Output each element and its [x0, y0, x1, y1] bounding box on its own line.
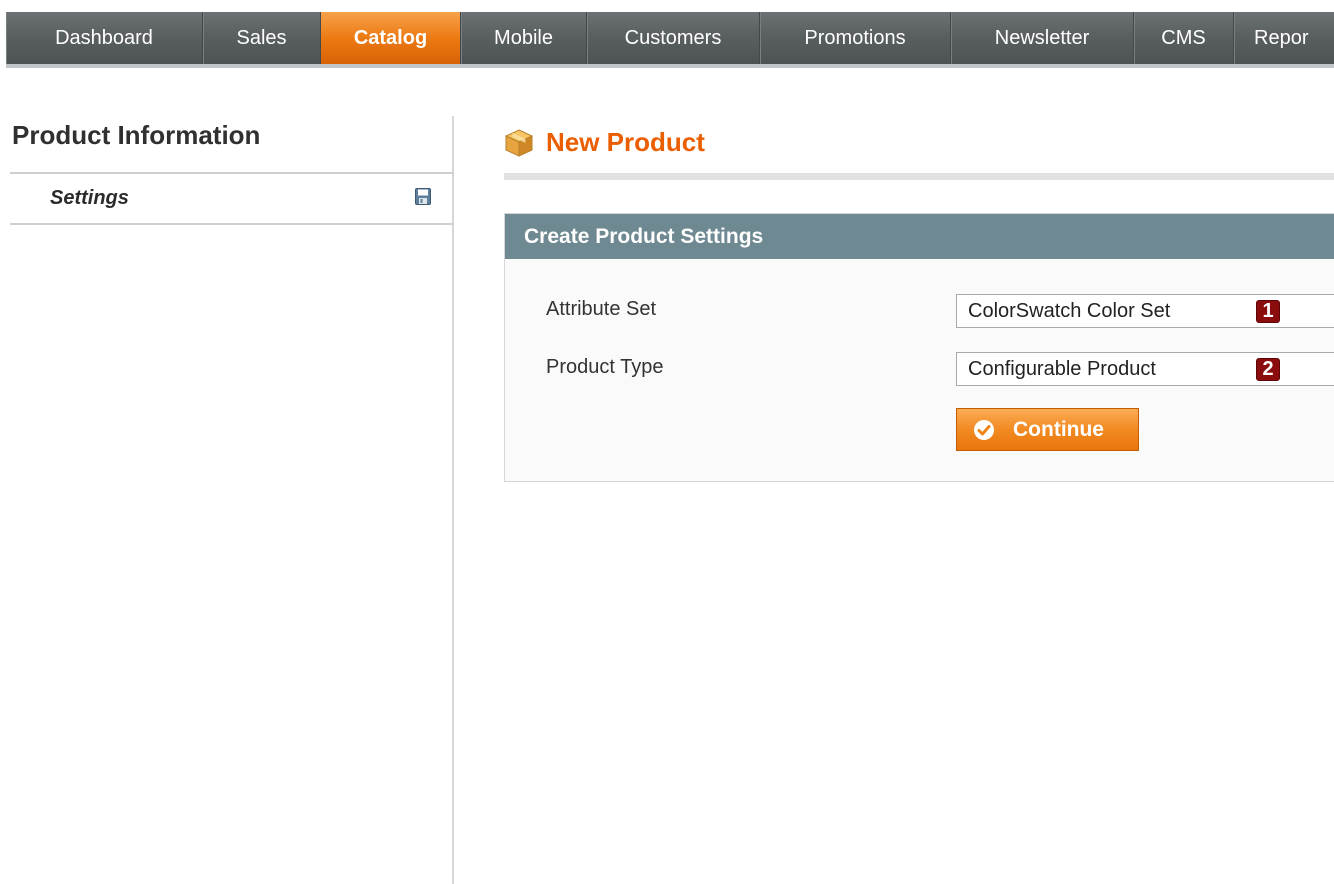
create-product-settings-panel: Create Product Settings Attribute Set Co… — [504, 213, 1334, 482]
nav-bar: Dashboard Sales Catalog Mobile Customers… — [6, 12, 1334, 68]
nav-item-reports[interactable]: Repor — [1234, 12, 1334, 64]
step-marker-1: 1 — [1256, 300, 1280, 323]
left-column: Product Information Settings — [0, 116, 454, 884]
continue-label: Continue — [1013, 417, 1104, 441]
attribute-set-select[interactable]: ColorSwatch Color Set 1 — [956, 294, 1334, 328]
nav-item-dashboard[interactable]: Dashboard — [6, 12, 203, 64]
step-marker-2: 2 — [1256, 358, 1280, 381]
sidebar-tab-label: Settings — [50, 187, 129, 209]
attribute-set-label: Attribute Set — [546, 298, 657, 320]
nav-item-catalog[interactable]: Catalog — [321, 12, 461, 64]
nav-item-mobile[interactable]: Mobile — [461, 12, 587, 64]
top-navigation: Dashboard Sales Catalog Mobile Customers… — [0, 0, 1334, 70]
sidebar-tab-settings[interactable]: Settings — [10, 174, 454, 225]
nav-item-promotions[interactable]: Promotions — [760, 12, 951, 64]
panel-heading: Create Product Settings — [505, 214, 1334, 259]
save-icon — [415, 188, 431, 205]
page-title: New Product — [546, 127, 705, 157]
continue-button[interactable]: Continue — [956, 408, 1139, 451]
attribute-set-value: ColorSwatch Color Set — [968, 300, 1171, 322]
nav-item-newsletter[interactable]: Newsletter — [951, 12, 1134, 64]
nav-item-cms[interactable]: CMS — [1134, 12, 1234, 64]
product-type-label: Product Type — [546, 356, 664, 378]
page-header: New Product — [504, 124, 1334, 180]
product-type-value: Configurable Product — [968, 358, 1156, 380]
product-information-title: Product Information — [12, 120, 261, 150]
check-circle-icon — [974, 419, 994, 440]
nav-item-sales[interactable]: Sales — [203, 12, 321, 64]
product-type-select[interactable]: Configurable Product 2 — [956, 352, 1334, 386]
nav-item-customers[interactable]: Customers — [587, 12, 760, 64]
box-icon — [504, 129, 534, 157]
